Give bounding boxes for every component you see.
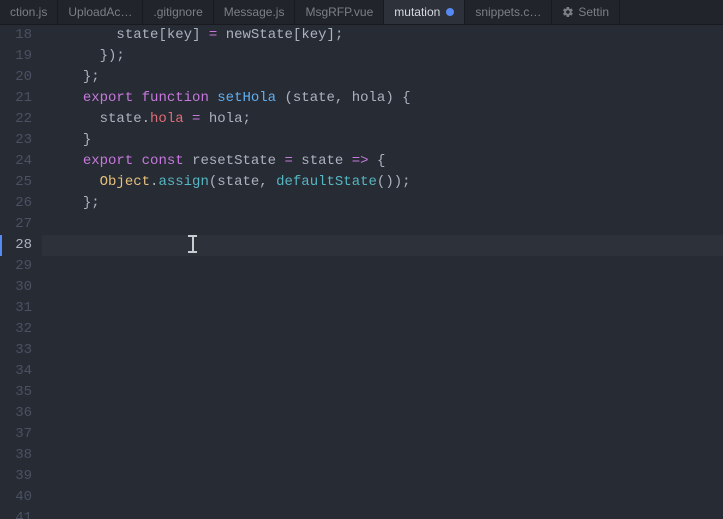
line-number: 34 bbox=[0, 361, 32, 382]
line-number: 22 bbox=[0, 109, 32, 130]
line-number-gutter: 1819202122232425262728293031323334353637… bbox=[0, 25, 42, 519]
code-line[interactable] bbox=[42, 508, 723, 519]
line-number: 38 bbox=[0, 445, 32, 466]
code-line[interactable]: }); bbox=[42, 46, 723, 67]
code-line[interactable] bbox=[42, 340, 723, 361]
tab-bar: ction.js UploadAc… .gitignore Message.js… bbox=[0, 0, 723, 25]
line-number: 18 bbox=[0, 25, 32, 46]
code-area[interactable]: state[key] = newState[key]; }); }; expor… bbox=[42, 25, 723, 519]
code-line[interactable] bbox=[42, 487, 723, 508]
line-number: 32 bbox=[0, 319, 32, 340]
tab-message-js[interactable]: Message.js bbox=[214, 0, 296, 24]
code-line[interactable]: export function setHola (state, hola) { bbox=[42, 88, 723, 109]
code-line[interactable]: Object.assign(state, defaultState()); bbox=[42, 172, 723, 193]
tab-label: snippets.c… bbox=[475, 5, 541, 19]
line-number: 33 bbox=[0, 340, 32, 361]
tab-ction-js[interactable]: ction.js bbox=[0, 0, 58, 24]
line-number: 27 bbox=[0, 214, 32, 235]
line-number: 31 bbox=[0, 298, 32, 319]
code-line[interactable]: state[key] = newState[key]; bbox=[42, 25, 723, 46]
tab-mutation[interactable]: mutation bbox=[384, 0, 465, 24]
code-line[interactable] bbox=[42, 319, 723, 340]
line-number: 24 bbox=[0, 151, 32, 172]
line-number: 36 bbox=[0, 403, 32, 424]
line-number: 40 bbox=[0, 487, 32, 508]
tab-label: mutation bbox=[394, 5, 440, 19]
line-number: 23 bbox=[0, 130, 32, 151]
line-number: 37 bbox=[0, 424, 32, 445]
code-line[interactable]: }; bbox=[42, 67, 723, 88]
tab-gitignore[interactable]: .gitignore bbox=[143, 0, 213, 24]
code-line[interactable] bbox=[42, 361, 723, 382]
tab-label: Settin bbox=[578, 5, 609, 19]
code-line[interactable] bbox=[42, 445, 723, 466]
code-line[interactable]: }; bbox=[42, 193, 723, 214]
line-number: 26 bbox=[0, 193, 32, 214]
line-number: 39 bbox=[0, 466, 32, 487]
line-number: 35 bbox=[0, 382, 32, 403]
code-line[interactable] bbox=[42, 382, 723, 403]
code-line[interactable] bbox=[42, 256, 723, 277]
code-line[interactable] bbox=[42, 235, 723, 256]
editor[interactable]: 1819202122232425262728293031323334353637… bbox=[0, 25, 723, 519]
tab-settings[interactable]: Settin bbox=[552, 0, 620, 24]
line-number: 41 bbox=[0, 508, 32, 519]
tab-label: MsgRFP.vue bbox=[305, 5, 373, 19]
line-number: 20 bbox=[0, 67, 32, 88]
code-line[interactable] bbox=[42, 403, 723, 424]
gear-icon bbox=[562, 6, 574, 18]
code-line[interactable] bbox=[42, 298, 723, 319]
code-line[interactable] bbox=[42, 277, 723, 298]
line-number: 30 bbox=[0, 277, 32, 298]
code-line[interactable] bbox=[42, 466, 723, 487]
tab-label: ction.js bbox=[10, 5, 47, 19]
tab-snippets-c[interactable]: snippets.c… bbox=[465, 0, 552, 24]
line-number: 19 bbox=[0, 46, 32, 67]
tab-upload-ac[interactable]: UploadAc… bbox=[58, 0, 143, 24]
code-line[interactable] bbox=[42, 424, 723, 445]
code-line[interactable]: } bbox=[42, 130, 723, 151]
tab-label: Message.js bbox=[224, 5, 285, 19]
tab-msgrfp-vue[interactable]: MsgRFP.vue bbox=[295, 0, 384, 24]
code-line[interactable]: state.hola = hola; bbox=[42, 109, 723, 130]
tab-label: UploadAc… bbox=[68, 5, 132, 19]
modified-dot-icon bbox=[446, 8, 454, 16]
line-number: 25 bbox=[0, 172, 32, 193]
line-number: 21 bbox=[0, 88, 32, 109]
line-number: 28 bbox=[0, 235, 32, 256]
line-number: 29 bbox=[0, 256, 32, 277]
code-line[interactable] bbox=[42, 214, 723, 235]
code-line[interactable]: export const resetState = state => { bbox=[42, 151, 723, 172]
tab-label: .gitignore bbox=[153, 5, 202, 19]
